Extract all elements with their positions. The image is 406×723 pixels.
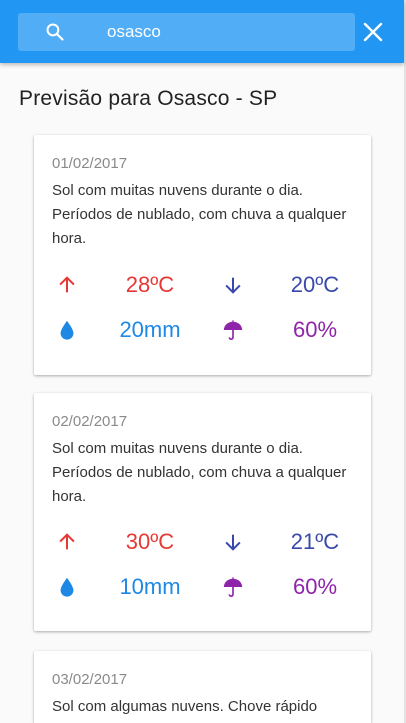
min-temp-value: 21ºC — [290, 529, 340, 554]
water-drop-icon — [60, 320, 74, 340]
forecast-card: 01/02/2017 Sol com muitas nuvens durante… — [34, 135, 371, 375]
rain-probability-value: 60% — [292, 574, 338, 599]
search-input[interactable] — [107, 13, 337, 51]
forecast-description: Sol com muitas nuvens durante o dia. Per… — [52, 182, 347, 247]
app-bar — [0, 0, 404, 63]
max-temp-value: 28ºC — [125, 272, 175, 297]
rain-volume-value: 10mm — [119, 574, 181, 599]
search-box[interactable] — [18, 13, 355, 51]
close-icon[interactable] — [363, 22, 383, 42]
arrow-up-icon — [59, 276, 75, 293]
rain-volume-value: 20mm — [119, 317, 181, 342]
forecast-date: 03/02/2017 — [52, 671, 128, 688]
umbrella-icon — [223, 320, 243, 340]
arrow-down-icon — [225, 534, 241, 551]
arrow-down-icon — [225, 277, 241, 294]
forecast-description: Sol com muitas nuvens durante o dia. Per… — [52, 440, 347, 505]
forecast-date: 01/02/2017 — [52, 155, 128, 172]
min-temp-value: 20ºC — [290, 272, 340, 297]
arrow-up-icon — [59, 533, 75, 550]
max-temp-value: 30ºC — [125, 529, 175, 554]
forecast-date: 02/02/2017 — [52, 413, 128, 430]
umbrella-icon — [223, 577, 243, 597]
rain-probability-value: 60% — [292, 317, 338, 342]
page-title: Previsão para Osasco - SP — [19, 87, 278, 110]
water-drop-icon — [60, 577, 74, 597]
forecast-card: 02/02/2017 Sol com muitas nuvens durante… — [34, 393, 371, 631]
forecast-card: 03/02/2017 Sol com algumas nuvens. Chove… — [34, 651, 371, 723]
forecast-description: Sol com algumas nuvens. Chove rápido — [52, 698, 318, 715]
search-icon[interactable] — [45, 22, 65, 42]
